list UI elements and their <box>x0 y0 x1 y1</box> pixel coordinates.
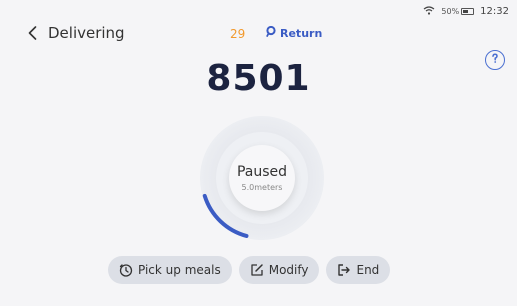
page-title: Delivering <box>48 24 125 42</box>
order-count: 29 <box>230 27 246 41</box>
status-bar: 50% 12:32 <box>423 6 509 17</box>
distance-remaining: 5.0meters <box>241 183 283 192</box>
pick-up-meals-button[interactable]: Pick up meals <box>108 256 232 284</box>
modify-button[interactable]: Modify <box>238 256 320 284</box>
location-pin-icon <box>266 25 276 40</box>
action-bar: Pick up meals Modify End <box>108 256 391 284</box>
battery-percent: 50% <box>441 7 460 16</box>
exit-icon <box>337 263 351 277</box>
pick-up-meals-label: Pick up meals <box>138 263 221 277</box>
edit-icon <box>250 263 264 277</box>
modify-label: Modify <box>268 263 309 277</box>
chevron-left-icon[interactable] <box>28 26 40 40</box>
return-label: Return <box>280 26 323 40</box>
battery-indicator: 50% <box>441 7 475 16</box>
pause-resume-button[interactable]: Paused 5.0meters <box>229 145 295 211</box>
return-button[interactable]: Return <box>266 25 323 40</box>
progress-dial: Paused 5.0meters <box>197 113 327 243</box>
delivery-status: Paused <box>236 164 288 180</box>
end-label: End <box>356 263 380 277</box>
clock-time: 12:32 <box>480 6 509 17</box>
battery-fill <box>463 10 468 13</box>
clock-icon <box>119 263 133 277</box>
header: Delivering <box>28 24 125 42</box>
wifi-icon <box>423 6 435 17</box>
end-button[interactable]: End <box>326 256 391 284</box>
battery-icon <box>461 8 475 15</box>
order-number: 8501 <box>206 58 311 99</box>
